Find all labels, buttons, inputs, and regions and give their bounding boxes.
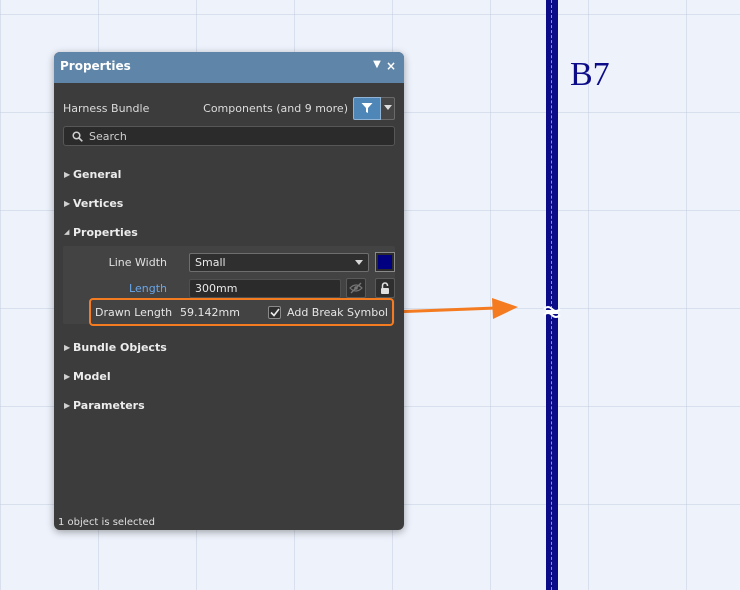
drawn-length-row: Drawn Length 59.142mm Add Break Symbol: [89, 298, 394, 326]
line-width-label: Line Width: [108, 256, 167, 269]
section-parameters[interactable]: ▶ Parameters: [64, 397, 145, 413]
section-vertices[interactable]: ▶ Vertices: [64, 195, 123, 211]
length-label[interactable]: Length: [63, 282, 167, 295]
checkmark-icon: [269, 308, 280, 317]
drawn-length-label: Drawn Length: [95, 305, 173, 319]
section-model[interactable]: ▶ Model: [64, 368, 111, 384]
section-vertices-label: Vertices: [73, 196, 124, 210]
add-break-symbol-label[interactable]: Add Break Symbol: [287, 306, 392, 319]
line-width-value: Small: [195, 256, 226, 269]
length-value: 300mm: [195, 282, 238, 295]
chevron-down-icon: [383, 105, 392, 110]
section-bundle-objects-label: Bundle Objects: [73, 340, 167, 354]
length-input[interactable]: 300mm: [189, 279, 341, 298]
drawn-length-value: 59.142mm: [180, 305, 240, 319]
properties-panel: Properties ▼ × Harness Bundle Components…: [54, 52, 404, 530]
filter-summary: Components (and 9 more): [203, 101, 348, 115]
filter-dropdown-button[interactable]: [381, 96, 395, 120]
caret-down-icon: ◢: [64, 228, 70, 236]
chevron-down-icon: [355, 260, 363, 265]
callout-arrow: [392, 298, 518, 319]
filter-button[interactable]: [353, 96, 381, 120]
caret-right-icon: ▶: [64, 342, 71, 352]
caret-right-icon: ▶: [64, 400, 71, 410]
add-break-symbol-checkbox[interactable]: [268, 305, 282, 319]
lock-button[interactable]: [375, 278, 395, 298]
dropdown-arrow-icon[interactable]: ▼: [370, 59, 384, 70]
search-input[interactable]: Search: [63, 126, 395, 146]
caret-right-icon: ▶: [64, 371, 71, 381]
search-placeholder: Search: [89, 129, 127, 143]
break-symbol: [543, 306, 561, 318]
line-width-select[interactable]: Small: [189, 253, 369, 272]
close-icon[interactable]: ×: [384, 59, 398, 73]
caret-right-icon: ▶: [64, 169, 71, 179]
filter-icon: [361, 103, 373, 113]
selection-status: 1 object is selected: [58, 517, 155, 528]
color-swatch[interactable]: [375, 252, 395, 272]
harness-wire[interactable]: [546, 0, 558, 590]
wire-centerline: [551, 0, 552, 590]
panel-titlebar[interactable]: Properties ▼ ×: [54, 52, 404, 83]
color-swatch-fill: [378, 255, 392, 269]
section-model-label: Model: [73, 369, 111, 383]
section-general-label: General: [73, 167, 122, 181]
search-icon: [72, 130, 83, 142]
visibility-toggle-button[interactable]: [346, 278, 366, 298]
object-type: Harness Bundle: [63, 101, 150, 115]
sheet-label: B7: [570, 56, 610, 93]
section-general[interactable]: ▶ General: [64, 166, 121, 182]
section-parameters-label: Parameters: [73, 398, 145, 412]
lock-icon: [381, 281, 389, 294]
section-properties-label: Properties: [73, 225, 138, 239]
object-header: Harness Bundle Components (and 9 more): [63, 96, 395, 120]
section-properties[interactable]: ◢ Properties: [64, 224, 138, 240]
section-bundle-objects[interactable]: ▶ Bundle Objects: [64, 339, 167, 355]
panel-title: Properties: [60, 59, 131, 73]
eye-off-icon: [349, 282, 363, 294]
caret-right-icon: ▶: [64, 198, 71, 208]
